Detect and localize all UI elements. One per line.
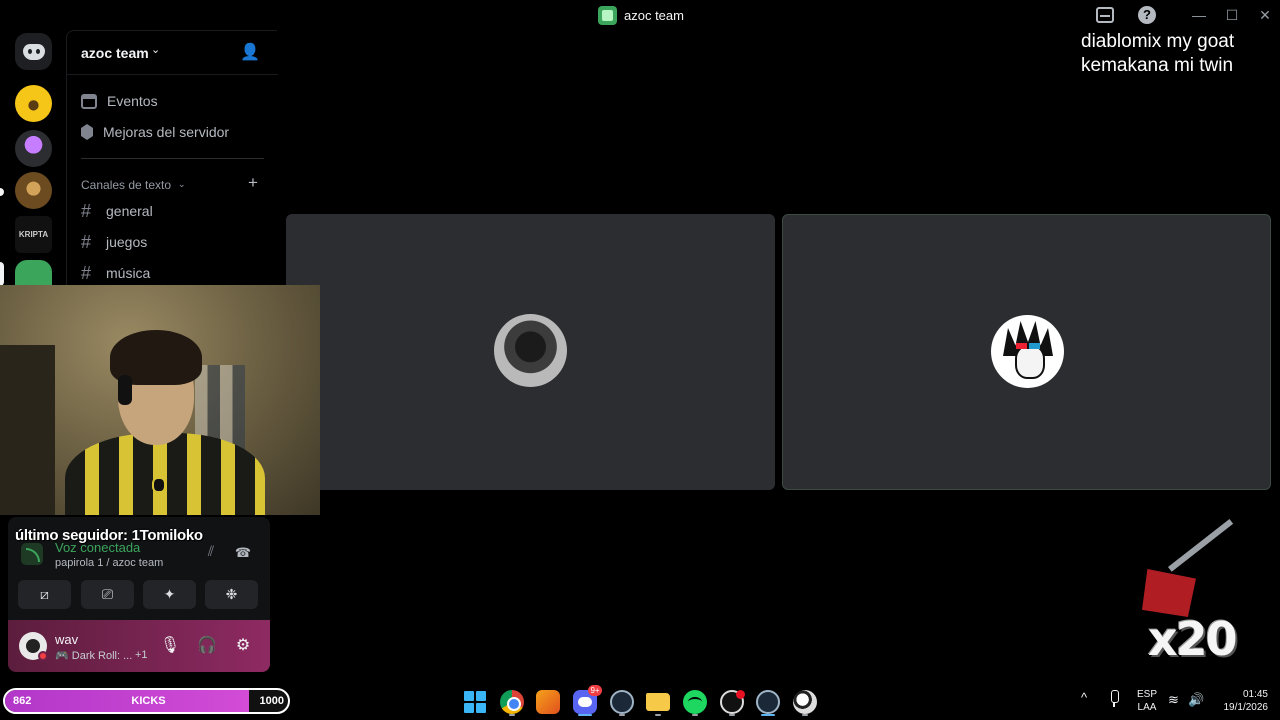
- chat-line: diablomix my goat: [1081, 31, 1235, 52]
- monkey-server-icon[interactable]: [15, 172, 52, 209]
- kicks-progress-bar: 862 KICKS 1000: [3, 688, 290, 714]
- noise-suppression-icon[interactable]: ⫽: [201, 543, 221, 563]
- obs-icon[interactable]: [720, 690, 745, 714]
- user-panel: [8, 620, 270, 672]
- channel-juegos[interactable]: # juegos: [81, 230, 147, 254]
- inbox-icon[interactable]: [1094, 5, 1116, 25]
- guitar-body: [1142, 569, 1196, 617]
- screen-share-button[interactable]: ⎚: [81, 580, 134, 609]
- server-name[interactable]: azoc team: [81, 45, 149, 61]
- discord-home-icon[interactable]: [15, 33, 52, 70]
- minimize-button[interactable]: —: [1184, 4, 1214, 26]
- hash-icon: #: [81, 200, 92, 221]
- lang-line: ESP: [1136, 689, 1157, 700]
- time: 01:45: [1242, 689, 1268, 700]
- disconnect-icon[interactable]: ☎: [233, 545, 253, 561]
- dnd-status-icon: [38, 651, 48, 661]
- chevron-up-icon[interactable]: ^: [1081, 690, 1087, 705]
- chevron-down-icon[interactable]: ⌄: [151, 43, 160, 56]
- channel-label: general: [106, 203, 153, 219]
- 3d-glasses-icon: [1016, 343, 1040, 349]
- title-bar: azoc team ? — ☐ ✕: [0, 0, 1280, 30]
- window-title-text: azoc team: [624, 8, 684, 23]
- events-label: Eventos: [107, 93, 158, 109]
- add-channel-icon[interactable]: +: [248, 173, 258, 193]
- start-icon[interactable]: [463, 690, 487, 714]
- unread-indicator: [0, 188, 4, 196]
- desktop: azoc team ? — ☐ ✕ KRIPTA azoc team ⌄ 👤 E…: [0, 0, 1280, 720]
- selected-indicator: [0, 262, 4, 286]
- discord-icon[interactable]: 9+: [573, 685, 602, 714]
- activity-count: +1: [135, 649, 148, 661]
- voice-participant-tile[interactable]: [286, 214, 775, 490]
- category-text-channels[interactable]: Canales de texto: [81, 178, 171, 192]
- wifi-icon[interactable]: ≋: [1168, 692, 1179, 708]
- notification-badge: 9+: [588, 685, 602, 696]
- activities-button[interactable]: ✦: [143, 580, 196, 609]
- server-rail: KRIPTA: [0, 30, 66, 297]
- calendar-icon: [81, 93, 97, 109]
- divider: [81, 158, 264, 159]
- help-icon[interactable]: ?: [1136, 5, 1158, 25]
- headphones-icon[interactable]: 🎧: [196, 635, 218, 657]
- webcam-overlay: [0, 285, 320, 515]
- boost-icon: [81, 124, 93, 140]
- lang-line: LAA: [1137, 702, 1157, 713]
- close-button[interactable]: ✕: [1250, 4, 1280, 26]
- gear-icon[interactable]: ⚙: [232, 635, 254, 657]
- channel-sidebar: azoc team ⌄ 👤 Eventos Mejoras del servid…: [66, 30, 278, 285]
- language-indicator[interactable]: ESP LAA: [1136, 688, 1158, 714]
- chrome-icon[interactable]: [500, 690, 524, 714]
- hash-icon: #: [81, 231, 92, 252]
- camera-off-button[interactable]: ⧄: [18, 580, 71, 609]
- steam-icon[interactable]: [756, 690, 780, 714]
- microphone-icon[interactable]: 🎙: [159, 635, 181, 657]
- spotify-icon[interactable]: [683, 690, 707, 714]
- soundboard-button[interactable]: ❉: [205, 580, 258, 609]
- voice-participant-tile[interactable]: [782, 214, 1271, 490]
- guitar-icon: [1168, 518, 1234, 572]
- last-follower-overlay: último seguidor: 1Tomiloko: [15, 527, 203, 544]
- window-title: azoc team: [598, 6, 684, 25]
- chat-line: kemakana mi twin: [1081, 55, 1234, 76]
- invite-people-icon[interactable]: 👤: [239, 42, 261, 64]
- hash-icon: #: [81, 262, 92, 283]
- channel-label: música: [106, 265, 151, 281]
- chevron-down-icon[interactable]: ⌄: [178, 179, 186, 190]
- stream-chat-overlay: diablomix my goat kemakana mi twin: [1081, 30, 1234, 78]
- kripta-server-icon[interactable]: KRIPTA: [15, 216, 52, 253]
- server-icon: [598, 6, 617, 25]
- volume-icon[interactable]: 🔊: [1188, 692, 1204, 708]
- file-explorer-icon[interactable]: [646, 693, 670, 711]
- fl-studio-icon[interactable]: [536, 690, 560, 714]
- signal-icon[interactable]: [21, 543, 43, 565]
- channel-musica[interactable]: # música: [81, 261, 150, 285]
- events-link[interactable]: Eventos: [81, 89, 158, 113]
- multiplier-text: x20: [1148, 612, 1238, 666]
- participant-avatar: [494, 314, 567, 387]
- server-boosts-label: Mejoras del servidor: [103, 124, 230, 140]
- maximize-button[interactable]: ☐: [1217, 4, 1247, 26]
- microphone-icon[interactable]: [1107, 690, 1121, 708]
- recording-icon: [736, 690, 745, 699]
- soccer-game-icon[interactable]: [793, 690, 817, 714]
- smiley-server-icon[interactable]: [15, 85, 52, 122]
- username[interactable]: wav: [55, 632, 78, 647]
- server-header[interactable]: azoc team ⌄ 👤: [67, 31, 278, 75]
- server-boosts-link[interactable]: Mejoras del servidor: [81, 120, 229, 144]
- channel-label: juegos: [106, 234, 148, 250]
- steam-icon[interactable]: [610, 690, 634, 714]
- cup-server-icon[interactable]: [15, 130, 52, 167]
- participant-avatar: [991, 315, 1064, 388]
- user-activity: 🎮 Dark Roll: ...: [55, 650, 133, 662]
- voice-location[interactable]: papirola 1 / azoc team: [55, 557, 163, 569]
- date: 19/1/2026: [1223, 702, 1269, 713]
- clock[interactable]: 01:45 19/1/2026: [1212, 688, 1269, 714]
- channel-general[interactable]: # general: [81, 199, 153, 223]
- kicks-max: 1000: [259, 695, 284, 707]
- guitar-multiplier-badge: x20: [1138, 518, 1244, 666]
